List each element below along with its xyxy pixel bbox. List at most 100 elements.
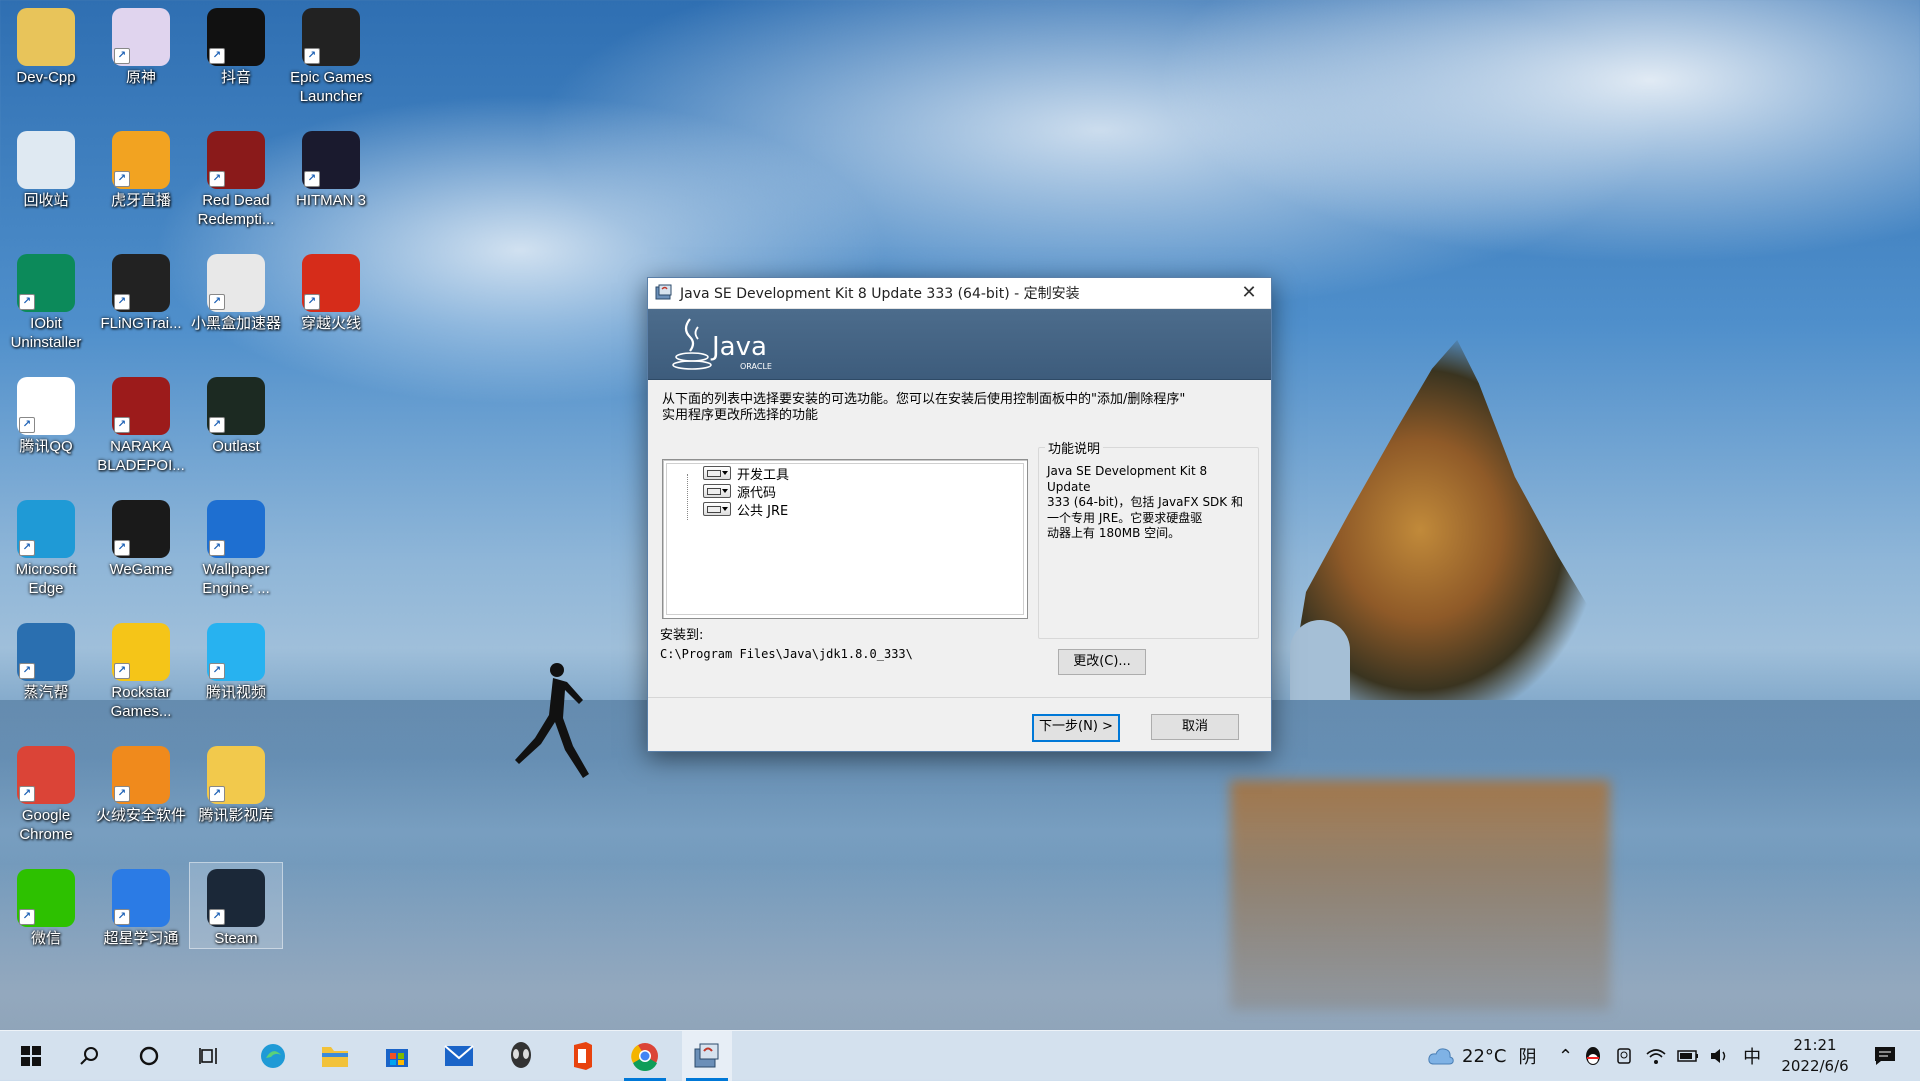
taskbar-office[interactable] (558, 1031, 608, 1081)
desktop-icon[interactable]: ↗ 腾讯影视库 (190, 740, 282, 825)
desktop-icon[interactable]: ↗ 小黑盒加速器 (190, 248, 282, 333)
desktop-icon-label: Dev-Cpp (16, 69, 76, 86)
shortcut-arrow-icon: ↗ (114, 540, 130, 556)
desktop-icon[interactable]: ↗ 抖音 (190, 2, 282, 87)
desktop-icon[interactable]: Dev-Cpp (0, 2, 92, 87)
tray-icons: ⌃ 中 (1558, 1031, 1761, 1081)
desc-line: 动器上有 180MB 空间。 (1047, 526, 1181, 540)
chevron-up-icon[interactable]: ⌃ (1558, 1046, 1573, 1067)
battery-icon[interactable] (1677, 1048, 1699, 1064)
taskbar-alienware[interactable] (496, 1031, 546, 1081)
fling-icon: ↗ (112, 254, 170, 312)
desktop-icon[interactable]: ↗ NARAKA BLADEPOI... (95, 371, 187, 475)
desktop-icon[interactable]: ↗ 原神 (95, 2, 187, 87)
camera-icon[interactable] (1615, 1046, 1633, 1066)
dialog-titlebar[interactable]: Java SE Development Kit 8 Update 333 (64… (648, 278, 1271, 309)
desktop-icon[interactable]: ↗ 腾讯QQ (0, 371, 92, 456)
instructions-line2: 实用程序更改所选择的功能 (662, 408, 819, 423)
weather-widget[interactable]: 22°C 阴 (1428, 1031, 1536, 1081)
feature-dropdown-icon[interactable] (703, 484, 731, 498)
taskbar-chrome[interactable] (620, 1031, 670, 1081)
desktop-icon[interactable]: ↗ 腾讯视频 (190, 617, 282, 702)
desktop-icon-label: 腾讯视频 (205, 684, 266, 701)
feature-description-title: 功能说明 (1045, 438, 1104, 457)
desktop-icon[interactable]: ↗ Red Dead Redempti... (190, 125, 282, 229)
feature-dev-tools[interactable]: 开发工具 (703, 464, 789, 483)
desktop-icon[interactable]: ↗ Epic Games Launcher (285, 2, 377, 106)
steam-icon: ↗ (207, 869, 265, 927)
next-button[interactable]: 下一步(N) > (1032, 714, 1120, 742)
shortcut-arrow-icon: ↗ (304, 171, 320, 187)
dialog-title: Java SE Development Kit 8 Update 333 (64… (680, 286, 1080, 302)
desktop-icon[interactable]: ↗ HITMAN 3 (285, 125, 377, 210)
mail-icon (444, 1045, 474, 1066)
desktop-icon[interactable]: ↗ IObit Uninstaller (0, 248, 92, 352)
cortana-icon (139, 1046, 159, 1066)
edge-icon (261, 1044, 285, 1068)
feature-tree[interactable]: 开发工具 源代码 公共 JRE (662, 459, 1028, 619)
desktop-icon[interactable]: ↗ 微信 (0, 863, 92, 948)
desc-line: Java SE Development Kit 8 Update (1047, 464, 1208, 494)
ime-indicator[interactable]: 中 (1743, 1043, 1761, 1069)
desktop-icon[interactable]: ↗ 火绒安全软件 (95, 740, 187, 825)
shortcut-arrow-icon: ↗ (114, 294, 130, 310)
cloud-icon (1428, 1048, 1454, 1065)
feature-public-jre[interactable]: 公共 JRE (703, 500, 788, 519)
shortcut-arrow-icon: ↗ (209, 48, 225, 64)
clock[interactable]: 21:21 2022/6/6 (1765, 1035, 1865, 1077)
chaoxing-icon: ↗ (112, 869, 170, 927)
shortcut-arrow-icon: ↗ (114, 909, 130, 925)
taskbar-mail[interactable] (434, 1031, 484, 1081)
desktop-icon[interactable]: ↗ 虎牙直播 (95, 125, 187, 210)
desktop-icon-label: 蒸汽帮 (23, 684, 69, 701)
desktop-icon[interactable]: ↗ Wallpaper Engine: ... (190, 494, 282, 598)
close-icon[interactable]: ✕ (1227, 278, 1271, 308)
desktop-icon[interactable]: 回收站 (0, 125, 92, 210)
desktop-icon[interactable]: ↗ Google Chrome (0, 740, 92, 844)
chrome-icon (631, 1043, 658, 1071)
desktop-icon[interactable]: ↗ Outlast (190, 371, 282, 456)
desc-line: 一个专用 JRE。它要求硬盘驱 (1047, 510, 1203, 525)
wifi-icon[interactable] (1645, 1046, 1667, 1066)
task-view-button[interactable] (184, 1031, 234, 1081)
tencent-library-icon: ↗ (207, 746, 265, 804)
shortcut-arrow-icon: ↗ (114, 48, 130, 64)
jdk-installer-dialog: Java SE Development Kit 8 Update 333 (64… (647, 277, 1272, 752)
speaker-icon[interactable] (1709, 1046, 1731, 1066)
epic-games-icon: ↗ (302, 8, 360, 66)
search-button[interactable] (64, 1031, 114, 1081)
shortcut-arrow-icon: ↗ (304, 294, 320, 310)
shortcut-arrow-icon: ↗ (19, 417, 35, 433)
desktop-icon[interactable]: ↗ WeGame (95, 494, 187, 579)
cortana-button[interactable] (124, 1031, 174, 1081)
desktop-icon-label: IObit Uninstaller (10, 315, 82, 351)
shortcut-arrow-icon: ↗ (209, 909, 225, 925)
desktop-icon-label: Microsoft Edge (15, 561, 77, 597)
desktop-icon[interactable]: ↗ FLiNGTrai... (95, 248, 187, 333)
crossfire-icon: ↗ (302, 254, 360, 312)
desktop-icon[interactable]: ↗ Steam (189, 862, 283, 949)
desktop-icon[interactable]: ↗ 超星学习通 (95, 863, 187, 948)
notifications-button[interactable] (1860, 1031, 1910, 1081)
desktop-icon[interactable]: ↗ Microsoft Edge (0, 494, 92, 598)
qq-tray-icon[interactable] (1583, 1045, 1603, 1067)
desktop-icon[interactable]: ↗ 穿越火线 (285, 248, 377, 333)
instructions-line1: 从下面的列表中选择要安装的可选功能。您可以在安装后使用控制面板中的"添加/删除程… (662, 392, 1186, 407)
taskbar-edge[interactable] (248, 1031, 298, 1081)
shortcut-arrow-icon: ↗ (114, 417, 130, 433)
feature-source-code[interactable]: 源代码 (703, 482, 776, 501)
weather-temperature: 22°C (1462, 1045, 1507, 1067)
wallpaper-rock-arch (1290, 620, 1350, 700)
desktop-icon[interactable]: ↗ 蒸汽帮 (0, 617, 92, 702)
folder-icon (322, 1047, 348, 1067)
taskbar-file-explorer[interactable] (310, 1031, 360, 1081)
taskbar-jdk-installer[interactable] (682, 1031, 732, 1081)
feature-dropdown-icon[interactable] (703, 466, 731, 480)
change-button[interactable]: 更改(C)... (1058, 649, 1146, 675)
desktop-icon-label: Google Chrome (19, 807, 73, 843)
taskbar-store[interactable] (372, 1031, 422, 1081)
feature-dropdown-icon[interactable] (703, 502, 731, 516)
start-button[interactable] (6, 1031, 56, 1081)
desktop-icon[interactable]: ↗ Rockstar Games... (95, 617, 187, 721)
cancel-button[interactable]: 取消 (1151, 714, 1239, 740)
